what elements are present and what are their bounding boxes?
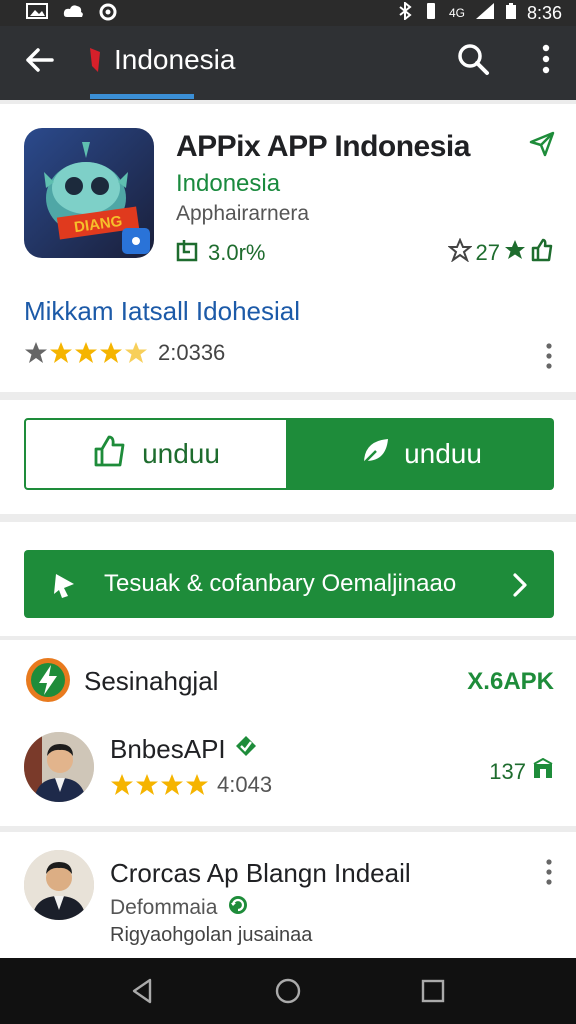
cta-card: Tesuak & cofanbary Oemaljinaao: [0, 522, 576, 636]
downloads-stat: 3.0r%: [176, 238, 265, 268]
page-title: Indonesia: [114, 44, 236, 75]
overflow-menu-icon[interactable]: [544, 342, 554, 370]
star-icon: [161, 774, 183, 795]
reviewer-name-row: BnbesAPI: [110, 734, 258, 765]
star-icon: [111, 774, 133, 795]
reviewer-count: 137: [489, 759, 526, 784]
vibrate-icon: [423, 2, 439, 24]
reviewer-name: BnbesAPI: [110, 734, 226, 764]
developer-name: Crorcas Ap Blangn Indeail: [110, 858, 411, 888]
battery-icon: [505, 2, 517, 24]
star-icon: [100, 342, 122, 363]
developer-sub-row: Defommaia: [110, 894, 249, 922]
refresh-icon: [227, 894, 249, 922]
image-icon: [26, 2, 48, 27]
star-half-icon: [125, 342, 147, 363]
star-icon: [75, 342, 97, 363]
app-bar: Indonesia: [0, 26, 576, 100]
cta-label: Tesuak & cofanbary Oemaljinaao: [104, 570, 457, 597]
star-icon: [50, 342, 72, 363]
download-box-icon: [176, 238, 200, 268]
app-logo-icon[interactable]: DIANG: [24, 128, 154, 258]
reviewer-rating-row: 4:043: [110, 772, 272, 798]
nav-home-icon[interactable]: [273, 976, 303, 1006]
lightning-badge-icon: [24, 656, 72, 704]
chevron-right-icon: [508, 570, 532, 600]
action-buttons-card: unduu unduu: [0, 400, 576, 514]
bluetooth-icon: [397, 0, 413, 24]
downloads-count: 3.0r%: [208, 240, 266, 265]
thumbs-up-icon: [92, 433, 128, 476]
star-icon: [504, 239, 526, 267]
nav-recents-icon[interactable]: [418, 976, 448, 1006]
avatar: [24, 850, 94, 920]
status-notifications: [26, 2, 118, 27]
promo-rating-count: 2:0336: [158, 340, 226, 365]
star-icon: [136, 774, 158, 795]
settings-icon: [98, 2, 118, 27]
status-time: 8:36: [526, 2, 562, 23]
share-icon[interactable]: [528, 130, 556, 158]
fill-download-label: unduu: [404, 438, 482, 469]
overflow-menu-icon[interactable]: [544, 858, 554, 886]
star-rating: [110, 773, 209, 797]
reviewer-count-row: 137: [489, 757, 554, 786]
leaf-icon: [360, 435, 392, 474]
outline-download-label: unduu: [142, 438, 220, 469]
flag-icon: [86, 46, 102, 74]
overflow-menu-icon[interactable]: [534, 42, 558, 76]
award-icon: [446, 237, 473, 268]
promo-rating-row: 2:0336: [24, 340, 225, 366]
star-icon: [25, 342, 47, 363]
verified-icon: [234, 734, 258, 765]
developer-sub: Defommaia: [110, 896, 218, 919]
app-name: APPix APP Indonesia: [176, 130, 470, 163]
system-nav-bar: [0, 958, 576, 1024]
cta-button[interactable]: Tesuak & cofanbary Oemaljinaao: [24, 550, 554, 618]
store-icon: [532, 757, 554, 786]
fill-download-button[interactable]: unduu: [288, 418, 554, 490]
reviews-header[interactable]: Sesinahgjal X.6APK: [24, 656, 554, 704]
nav-back-icon[interactable]: [128, 976, 158, 1006]
developer-card[interactable]: Crorcas Ap Blangn Indeail Defommaia Rigy…: [0, 832, 576, 958]
rating-stat: 27: [446, 237, 554, 268]
promo-link[interactable]: Mikkam Iatsall Idohesial: [24, 296, 300, 327]
thumbs-up-icon: [530, 238, 554, 268]
carrier-label: 4G: [448, 6, 465, 20]
status-bar: 4G 8:36: [0, 0, 576, 26]
star-icon: [186, 774, 208, 795]
reviewer-row[interactable]: BnbesAPI 4:043 137: [24, 732, 554, 808]
search-icon[interactable]: [456, 42, 490, 76]
reviews-card: Sesinahgjal X.6APK BnbesAPI 4:043 137: [0, 640, 576, 826]
star-rating: [24, 341, 148, 365]
cloud-icon: [62, 2, 84, 27]
pin-icon: [50, 570, 80, 600]
app-developer-link[interactable]: Indonesia: [176, 170, 280, 198]
signal-icon: [475, 2, 495, 24]
rating-badge-value: 27: [475, 240, 500, 265]
reviews-title: Sesinahgjal: [84, 666, 219, 696]
app-info-card: DIANG APPix APP Indonesia Indonesia Apph…: [0, 104, 576, 392]
status-indicators: 4G 8:36: [397, 0, 562, 24]
outline-download-button[interactable]: unduu: [24, 418, 288, 490]
avatar: [24, 732, 94, 802]
apk-tag[interactable]: X.6APK: [467, 668, 554, 696]
developer-description: Rigyaohgolan jusainaa: [110, 924, 313, 946]
app-category: Apphairarnera: [176, 202, 310, 225]
back-arrow-icon[interactable]: [22, 42, 58, 78]
reviewer-rating-value: 4:043: [217, 772, 273, 797]
tab-indicator: [90, 94, 194, 99]
